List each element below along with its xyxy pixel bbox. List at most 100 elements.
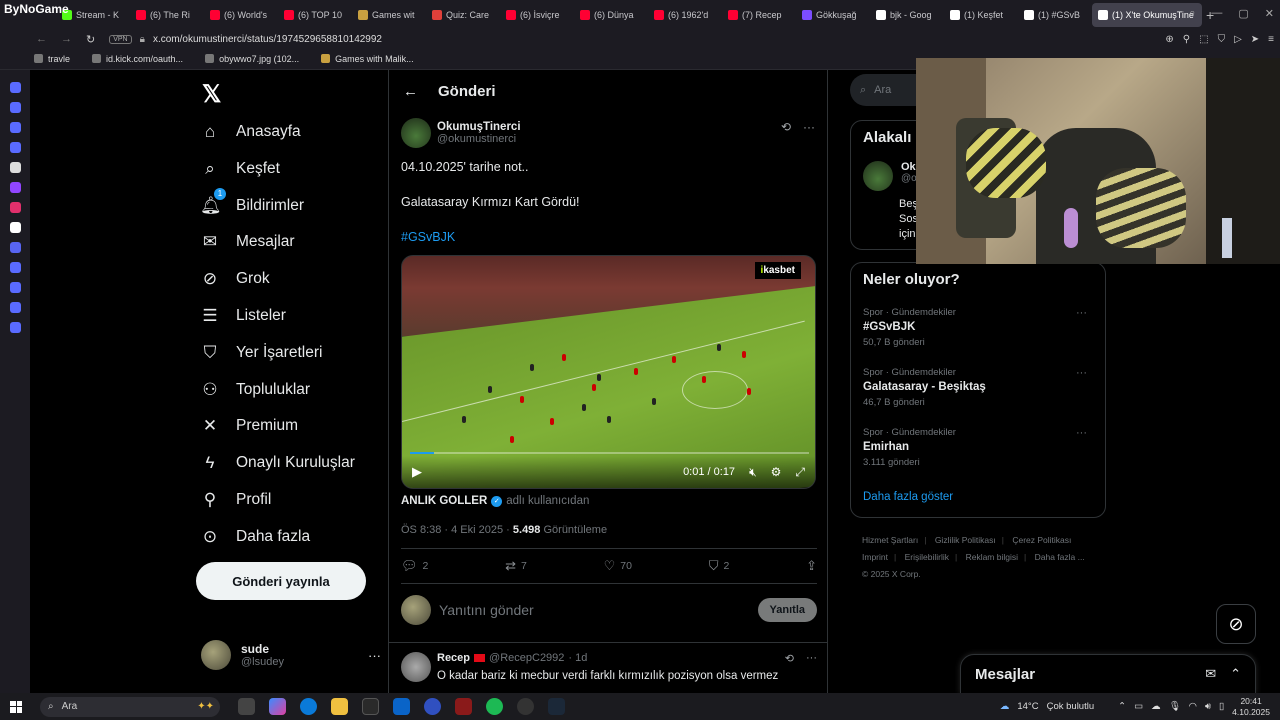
browser-tab[interactable]: Quiz: Care bbox=[426, 3, 498, 27]
video-credit[interactable]: ANLIK GOLLER ✓ adlı kullanıcıdan bbox=[401, 495, 589, 507]
nav-item-onaylı-kuruluşlar[interactable]: ϟ Onaylı Kuruluşlar bbox=[200, 453, 355, 473]
chat-icon[interactable] bbox=[9, 122, 21, 133]
reply-action[interactable]: 💬︎ 2 bbox=[401, 558, 428, 574]
more-icon[interactable]: ··· bbox=[1076, 367, 1087, 379]
menu-icon[interactable]: ≡ bbox=[1268, 34, 1274, 45]
bookmark-action[interactable]: ⛉ 2 bbox=[709, 558, 730, 574]
settings-icon[interactable] bbox=[9, 322, 21, 333]
nav-item-grok[interactable]: ⊘ Grok bbox=[200, 269, 270, 289]
bookmark-item[interactable]: travle bbox=[34, 54, 70, 64]
author-name[interactable]: OkumuşTinerci bbox=[437, 121, 521, 133]
expand-icon[interactable]: ⌃ bbox=[1230, 666, 1241, 682]
close-window-button[interactable]: ✕ bbox=[1265, 7, 1274, 20]
footer-link[interactable]: Reklam bilgisi bbox=[966, 552, 1018, 562]
mail-icon[interactable] bbox=[9, 142, 21, 153]
maximize-button[interactable]: ▢ bbox=[1238, 7, 1248, 20]
browser-tab[interactable]: (6) The Ri bbox=[130, 3, 202, 27]
nav-item-anasayfa[interactable]: ⌂ Anasayfa bbox=[200, 122, 301, 142]
more-icon[interactable]: ··· bbox=[1076, 307, 1087, 319]
browser-tab[interactable]: (6) İsviçre bbox=[500, 3, 572, 27]
play-icon[interactable]: ▶ bbox=[412, 464, 422, 480]
trend-item[interactable]: Spor · Gündemdekiler #GSvBJK 50,7 B gönd… bbox=[863, 307, 1095, 348]
share-action[interactable]: ⇪ bbox=[806, 558, 817, 574]
reply-button[interactable]: Yanıtla bbox=[757, 598, 817, 622]
footer-link[interactable]: Hizmet Şartları bbox=[862, 535, 918, 545]
bookmark-item[interactable]: id.kick.com/oauth... bbox=[92, 54, 183, 64]
nav-item-bildirimler[interactable]: 🔔︎ 1 Bildirimler bbox=[200, 187, 304, 216]
x-logo-icon[interactable]: 𝕏 bbox=[202, 80, 221, 109]
vpn-badge[interactable]: VPN bbox=[109, 34, 132, 44]
copilot-icon[interactable] bbox=[269, 698, 286, 715]
reply-input[interactable]: Yanıtını gönder bbox=[439, 602, 534, 618]
pin-icon[interactable]: ⚲ bbox=[1183, 34, 1190, 45]
taskbar-clock[interactable]: 20:41 4.10.2025 bbox=[1232, 696, 1270, 718]
minimize-button[interactable]: — bbox=[1211, 7, 1222, 20]
screenshot-icon[interactable]: ⬚ bbox=[1199, 34, 1208, 45]
file-explorer-icon[interactable] bbox=[331, 698, 348, 715]
spotify-icon[interactable] bbox=[486, 698, 503, 715]
grok-icon[interactable]: ⟲ bbox=[785, 652, 794, 665]
new-message-icon[interactable]: ✉ bbox=[1205, 666, 1216, 682]
history-icon[interactable] bbox=[9, 262, 21, 273]
steam-icon[interactable] bbox=[548, 698, 565, 715]
back-arrow-icon[interactable]: ← bbox=[403, 83, 418, 100]
browser-tab[interactable]: (6) TOP 10 bbox=[278, 3, 350, 27]
opera-icon[interactable] bbox=[455, 698, 472, 715]
nav-item-yer-i̇şaretleri[interactable]: ⛉ Yer İşaretleri bbox=[200, 343, 323, 363]
reload-button[interactable]: ↻ bbox=[86, 33, 95, 46]
x-icon[interactable] bbox=[9, 222, 21, 233]
obs-icon[interactable] bbox=[517, 698, 534, 715]
credit-name[interactable]: ANLIK GOLLER bbox=[401, 495, 487, 507]
nav-item-premium[interactable]: ✕ Premium bbox=[200, 416, 298, 436]
wifi-icon[interactable]: ◠ bbox=[1189, 701, 1197, 712]
post-time[interactable]: ÖS 8:38 · 4 Eki 2025 · bbox=[401, 524, 513, 536]
like-action[interactable]: ♡ 70 bbox=[604, 558, 632, 574]
nav-item-keşfet[interactable]: ⌕ Keşfet bbox=[200, 159, 280, 179]
play-icon[interactable]: ▷ bbox=[1234, 34, 1242, 45]
browser-tab[interactable]: (1) #GSvB bbox=[1018, 3, 1090, 27]
browser-tab[interactable]: Games wit bbox=[352, 3, 424, 27]
browser-tab[interactable]: (6) Dünya bbox=[574, 3, 646, 27]
messages-drawer[interactable]: Mesajlar ✉ ⌃ bbox=[960, 654, 1256, 694]
gear-icon[interactable]: ⚙ bbox=[771, 465, 782, 480]
twitch-icon[interactable] bbox=[9, 182, 21, 193]
trend-item[interactable]: Spor · Gündemdekiler Galatasaray - Beşik… bbox=[863, 367, 1095, 408]
avatar[interactable] bbox=[401, 118, 431, 148]
discord-icon[interactable] bbox=[9, 242, 21, 253]
bookmark-item[interactable]: Games with Malik... bbox=[321, 54, 414, 64]
battery-icon[interactable]: ▯ bbox=[1219, 701, 1224, 712]
more-icon[interactable]: ··· bbox=[803, 120, 815, 134]
store-icon[interactable] bbox=[362, 698, 379, 715]
browser-tab[interactable]: Gökkuşağ bbox=[796, 3, 868, 27]
shield-icon[interactable]: ⛉ bbox=[1218, 34, 1226, 45]
reply-author-handle[interactable]: @RecepC2992 bbox=[489, 652, 564, 664]
footer-link[interactable]: Gizlilik Politikası bbox=[935, 535, 996, 545]
back-nav-button[interactable]: ← bbox=[36, 33, 47, 46]
send-icon[interactable]: ➤ bbox=[1251, 34, 1259, 45]
forward-nav-button[interactable]: → bbox=[61, 33, 72, 46]
url-field[interactable]: x.com/okumustinerci/status/1974529658810… bbox=[153, 34, 382, 45]
app-icon[interactable] bbox=[9, 162, 21, 173]
grok-icon[interactable]: ⟲ bbox=[781, 120, 791, 134]
footer-link[interactable]: Imprint bbox=[862, 552, 888, 562]
more-icon[interactable]: ··· bbox=[368, 648, 381, 663]
windows-start-icon[interactable] bbox=[10, 700, 22, 713]
footer-link[interactable]: Erişilebilirlik bbox=[905, 552, 949, 562]
mute-icon[interactable]: 🔇︎ bbox=[749, 465, 757, 480]
avatar[interactable] bbox=[863, 161, 893, 191]
ea-app-icon[interactable] bbox=[424, 698, 441, 715]
browser-tab[interactable]: (1) Keşfet bbox=[944, 3, 1016, 27]
notes-icon[interactable] bbox=[9, 302, 21, 313]
mic-icon[interactable]: 🎙︎ bbox=[1169, 701, 1181, 712]
network-icon[interactable]: ▭ bbox=[1134, 701, 1143, 712]
trend-item[interactable]: Spor · Gündemdekiler Emirhan 3.111 gönde… bbox=[863, 427, 1095, 468]
zoom-icon[interactable]: ⊕ bbox=[1165, 34, 1173, 45]
nav-item-profil[interactable]: ⚲ Profil bbox=[200, 490, 272, 510]
post-author[interactable]: OkumuşTinerci @okumustinerci bbox=[401, 118, 521, 148]
video-player[interactable]: ikasbet ▶ 0:01 / 0:17 🔇︎ ⚙ ⤢ bbox=[401, 255, 816, 489]
footer-link[interactable]: Daha fazla ... bbox=[1035, 552, 1085, 562]
browser-tab[interactable]: bjk - Goog bbox=[870, 3, 942, 27]
instagram-icon[interactable] bbox=[9, 202, 21, 213]
more-icon[interactable]: ··· bbox=[806, 652, 817, 665]
tray-expand-icon[interactable]: ⌃ bbox=[1118, 701, 1126, 712]
